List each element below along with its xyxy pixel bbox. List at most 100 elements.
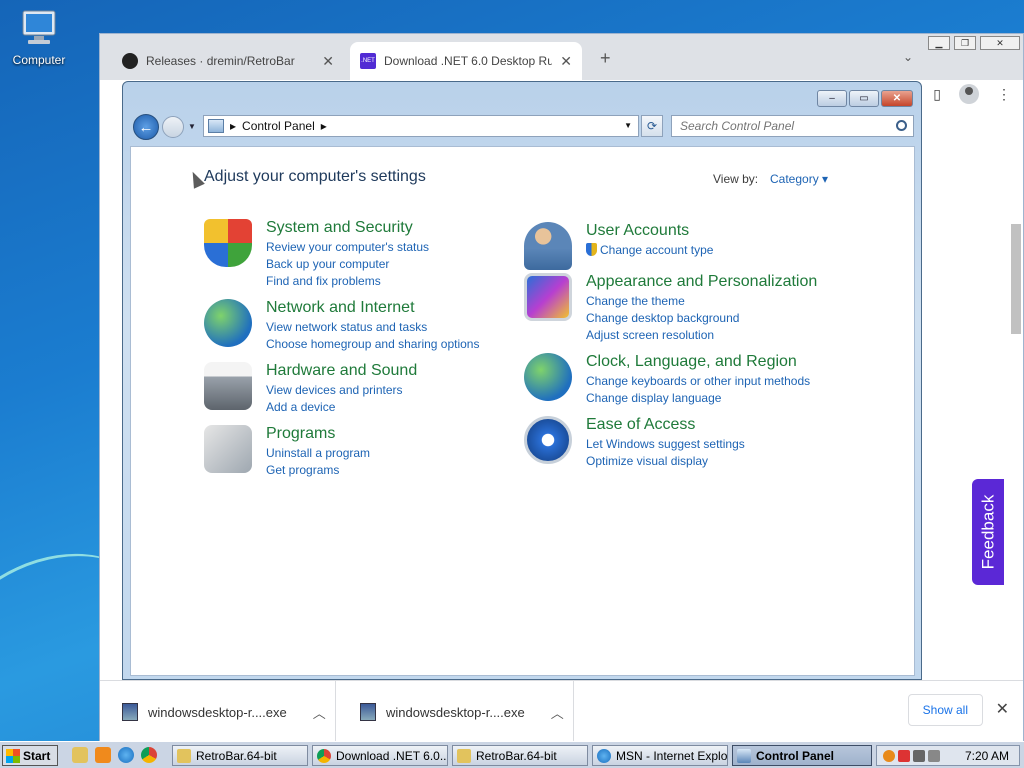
taskbar-button-active[interactable]: Control Panel (732, 745, 872, 766)
refresh-button[interactable]: ⟳ (641, 115, 663, 137)
category-link-text: Change account type (600, 243, 714, 257)
tab-dotnet[interactable]: .NET Download .NET 6.0 Desktop Runt ✕ (350, 42, 582, 80)
chevron-up-icon[interactable]: ︿ (551, 703, 564, 722)
category-link[interactable]: Uninstall a program (266, 445, 370, 462)
address-bar[interactable]: ▸ Control Panel ▸ ▼ (203, 115, 639, 137)
restore-button[interactable]: ❐ (954, 36, 976, 50)
folder-icon (457, 748, 471, 763)
taskbar-button[interactable]: RetroBar.64-bit (172, 745, 308, 766)
download-item[interactable]: windowsdesktop-r....exe ︿ (338, 681, 574, 743)
computer-icon (22, 10, 56, 44)
recent-pages-chevron-icon[interactable]: ▼ (188, 122, 196, 131)
category-link[interactable]: Choose homegroup and sharing options (266, 336, 479, 353)
volume-icon[interactable] (928, 749, 940, 762)
windows-logo-icon (6, 748, 20, 763)
category-title[interactable]: Ease of Access (586, 416, 745, 434)
ease-of-access-icon (524, 416, 572, 464)
minimize-button[interactable]: ▁ (928, 36, 950, 50)
category-link[interactable]: Change display language (586, 390, 810, 407)
maximize-button[interactable]: ▭ (849, 90, 879, 107)
show-all-button[interactable]: Show all (907, 694, 983, 726)
forward-button[interactable] (162, 116, 184, 138)
category-link[interactable]: Find and fix problems (266, 273, 429, 290)
profile-avatar[interactable] (959, 84, 979, 104)
category-link[interactable]: Review your computer's status (266, 239, 429, 256)
close-button[interactable]: ✕ (881, 90, 913, 107)
control-panel-icon (737, 748, 751, 763)
dotnet-icon: .NET (360, 53, 376, 69)
category-link[interactable]: Change account type (586, 242, 713, 259)
category-link[interactable]: Add a device (266, 399, 417, 416)
category-title[interactable]: Programs (266, 425, 370, 443)
category-link[interactable]: Optimize visual display (586, 453, 745, 470)
close-tab-icon[interactable]: ✕ (322, 53, 334, 70)
caption-buttons: – ▭ ✕ (817, 90, 913, 107)
clock-globe-icon (524, 353, 572, 401)
category-link[interactable]: Get programs (266, 462, 370, 479)
network-icon[interactable] (913, 749, 925, 762)
address-dropdown-icon[interactable]: ▼ (624, 121, 632, 130)
download-item[interactable]: windowsdesktop-r....exe ︿ (100, 681, 336, 743)
search-tray-icon[interactable] (883, 749, 895, 762)
category-title[interactable]: System and Security (266, 219, 429, 237)
ie-icon[interactable] (118, 747, 134, 763)
taskbar-button-label: RetroBar.64-bit (476, 748, 557, 763)
ie-icon (597, 748, 611, 763)
category-link[interactable]: Adjust screen resolution (586, 327, 817, 344)
search-icon[interactable] (896, 120, 907, 131)
category-title[interactable]: Clock, Language, and Region (586, 353, 810, 371)
taskbar-button[interactable]: RetroBar.64-bit (452, 745, 588, 766)
category-title[interactable]: Hardware and Sound (266, 362, 417, 380)
close-tab-icon[interactable]: ✕ (560, 53, 572, 70)
taskbar-button[interactable]: Download .NET 6.0... (312, 745, 448, 766)
media-player-icon[interactable] (95, 747, 111, 763)
category-link[interactable]: Change the theme (586, 293, 817, 310)
download-name: windowsdesktop-r....exe (386, 704, 525, 720)
folder-icon (177, 748, 191, 763)
new-tab-button[interactable]: + (600, 48, 611, 69)
taskbar-button[interactable]: MSN - Internet Explor... (592, 745, 728, 766)
page-scrollbar[interactable] (1009, 114, 1021, 674)
search-input[interactable] (671, 115, 914, 137)
category-link[interactable]: Change keyboards or other input methods (586, 373, 810, 390)
category-title[interactable]: User Accounts (586, 222, 713, 240)
category-title[interactable]: Appearance and Personalization (586, 273, 817, 291)
category-link[interactable]: Back up your computer (266, 256, 429, 273)
back-button[interactable]: ← (133, 114, 159, 140)
tab-title: Releases · dremin/RetroBar (146, 54, 295, 68)
category-link[interactable]: View devices and printers (266, 382, 417, 399)
breadcrumb-control-panel[interactable]: Control Panel (242, 119, 315, 133)
feedback-label: Feedback (978, 494, 998, 570)
close-button[interactable]: ✕ (980, 36, 1020, 50)
desktop-icon-label: Computer (12, 53, 66, 67)
breadcrumb-arrow-icon[interactable]: ▸ (321, 119, 327, 133)
taskbar: Start RetroBar.64-bit Download .NET 6.0.… (0, 741, 1024, 768)
category-link[interactable]: Change desktop background (586, 310, 817, 327)
chrome-icon[interactable] (141, 747, 157, 763)
breadcrumb-arrow-icon[interactable]: ▸ (230, 119, 236, 133)
clock[interactable]: 7:20 AM (965, 749, 1009, 763)
category-ease-of-access: Ease of Access Let Windows suggest setti… (524, 416, 745, 470)
category-title[interactable]: Network and Internet (266, 299, 479, 317)
scroll-thumb[interactable] (1011, 224, 1021, 334)
menu-icon[interactable]: ⋮ (997, 86, 1011, 103)
action-center-icon[interactable] (898, 749, 910, 762)
control-panel-content: Adjust your computer's settings View by:… (130, 146, 915, 676)
tab-search-chevron-icon[interactable]: ⌄ (903, 50, 913, 64)
tab-releases[interactable]: Releases · dremin/RetroBar ✕ (112, 42, 344, 80)
category-link[interactable]: Let Windows suggest settings (586, 436, 745, 453)
feedback-button[interactable]: Feedback (972, 479, 1004, 585)
close-shelf-icon[interactable]: ✕ (996, 699, 1009, 719)
explorer-icon[interactable] (72, 747, 88, 763)
control-panel-icon (208, 119, 224, 133)
system-tray: 7:20 AM (876, 745, 1020, 766)
desktop-icon-computer[interactable]: Computer (8, 8, 70, 67)
side-panel-icon[interactable]: ▯ (933, 86, 941, 103)
tab-strip: Releases · dremin/RetroBar ✕ .NET Downlo… (100, 34, 1023, 80)
minimize-button[interactable]: – (817, 90, 847, 107)
chevron-up-icon[interactable]: ︿ (313, 703, 326, 722)
start-button[interactable]: Start (2, 745, 58, 766)
category-link[interactable]: View network status and tasks (266, 319, 479, 336)
view-by-dropdown[interactable]: Category ▾ (770, 172, 828, 186)
chevron-down-icon: ▾ (822, 172, 829, 186)
